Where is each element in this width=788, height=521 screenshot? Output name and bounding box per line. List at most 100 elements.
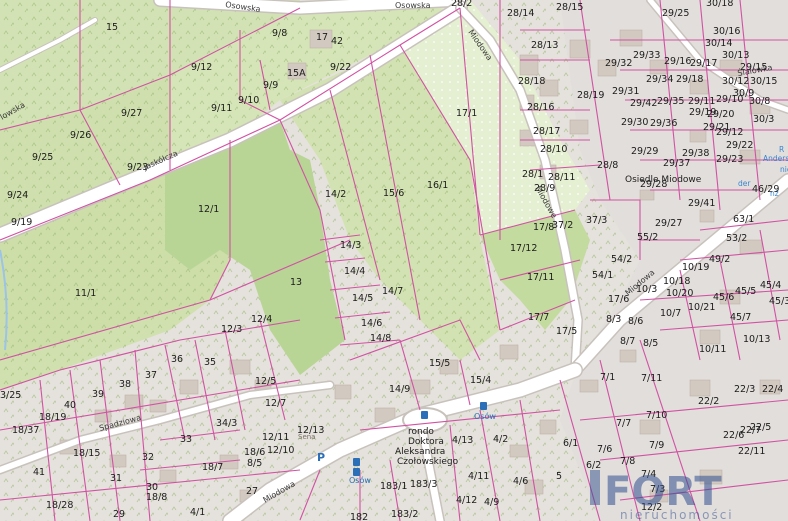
parcel-label[interactable]: 8/7 (620, 336, 635, 347)
parcel-label[interactable]: 30/3 (753, 114, 774, 125)
parcel-label[interactable]: 4/9 (484, 497, 499, 508)
parcel-label[interactable]: 49/2 (709, 254, 730, 265)
parking-icon[interactable]: P (317, 451, 325, 464)
parcel-label[interactable]: 7/11 (641, 373, 662, 384)
parcel-label[interactable]: 31 (110, 473, 122, 484)
parcel-label[interactable]: 9/8 (272, 28, 287, 39)
parcel-label[interactable]: 29/35 (657, 96, 684, 107)
parcel-label[interactable]: 17/11 (527, 272, 554, 283)
parcel-label[interactable]: 4/13 (452, 435, 473, 446)
parcel-label[interactable]: 14/7 (382, 286, 403, 297)
parcel-label[interactable]: 8/3 (606, 314, 621, 325)
parcel-label[interactable]: 22/2 (698, 396, 719, 407)
parcel-label[interactable]: 46/29 (752, 184, 779, 195)
parcel-label[interactable]: 10/18 (663, 276, 690, 287)
parcel-label[interactable]: 29/28 (640, 179, 667, 190)
parcel-label[interactable]: 7/6 (597, 444, 612, 455)
parcel-label[interactable]: 29/33 (633, 50, 660, 61)
parcel-label[interactable]: 29/37 (663, 158, 690, 169)
parcel-label[interactable]: 7/9 (649, 440, 664, 451)
parcel-label[interactable]: 40 (64, 400, 76, 411)
parcel-label[interactable]: 14/2 (325, 189, 346, 200)
parcel-label[interactable]: 35 (204, 357, 216, 368)
parcel-label[interactable]: 37/3 (586, 215, 607, 226)
parcel-label[interactable]: 28/18 (518, 76, 545, 87)
parcel-label[interactable]: 37/2 (552, 220, 573, 231)
parcel-label[interactable]: 18/19 (39, 412, 66, 423)
parcel-label[interactable]: 45/4 (760, 280, 781, 291)
parcel-label[interactable]: 14/6 (361, 318, 382, 329)
parcel-label[interactable]: 10/20 (666, 288, 693, 299)
parcel-label[interactable]: 29/32 (605, 58, 632, 69)
parcel-label[interactable]: 12/13 (297, 425, 324, 436)
parcel-label[interactable]: 29/42 (630, 98, 657, 109)
parcel-label[interactable]: 9/9 (263, 80, 278, 91)
parcel-label[interactable]: 13 (290, 277, 302, 288)
parcel-label[interactable]: 18/37 (12, 425, 39, 436)
parcel-label[interactable]: 4/1 (190, 507, 205, 518)
parcel-label[interactable]: 29/31 (612, 86, 639, 97)
parcel-label[interactable]: 5 (556, 471, 562, 482)
parcel-label[interactable]: 18/6 (244, 447, 265, 458)
parcel-label[interactable]: 36 (171, 354, 183, 365)
parcel-label[interactable]: 28/2 (451, 0, 472, 9)
parcel-label[interactable]: 12/4 (251, 314, 272, 325)
parcel-label[interactable]: 38 (119, 379, 131, 390)
parcel-label[interactable]: 9/11 (211, 103, 232, 114)
parcel-label[interactable]: 3/25 (0, 390, 21, 401)
parcel-label[interactable]: 29/22 (726, 140, 753, 151)
parcel-label[interactable]: 32 (142, 452, 154, 463)
parcel-label[interactable]: 17/6 (608, 294, 629, 305)
parcel-label[interactable]: 12/3 (221, 324, 242, 335)
parcel-label[interactable]: 15 (106, 22, 118, 33)
parcel-label[interactable]: 28/17 (533, 126, 560, 137)
parcel-label[interactable]: 7/8 (620, 456, 635, 467)
parcel-label[interactable]: 22/4 (762, 384, 783, 395)
parcel-label[interactable]: 14/4 (344, 266, 365, 277)
parcel-label[interactable]: 7/1 (600, 372, 615, 383)
parcel-label[interactable]: 16/1 (427, 180, 448, 191)
parcel-label[interactable]: 12/7 (265, 398, 286, 409)
parcel-label[interactable]: 28/16 (527, 102, 554, 113)
parcel-label[interactable]: 30/15 (750, 76, 777, 87)
parcel-label[interactable]: 9/12 (191, 62, 212, 73)
parcel-label[interactable]: 12/1 (198, 204, 219, 215)
parcel-label[interactable]: 15/4 (470, 375, 491, 386)
parcel-label[interactable]: 9/19 (11, 217, 32, 228)
parcel-label[interactable]: 17/5 (556, 326, 577, 337)
parcel-label[interactable]: 9/10 (238, 95, 259, 106)
parcel-label[interactable]: 11/1 (75, 288, 96, 299)
parcel-label[interactable]: 30/14 (705, 38, 732, 49)
parcel-label[interactable]: 10/19 (682, 262, 709, 273)
parcel-label[interactable]: 4/2 (493, 434, 508, 445)
parcel-label[interactable]: 8/5 (247, 458, 262, 469)
parcel-label[interactable]: 29/27 (655, 218, 682, 229)
parcel-label[interactable]: 41 (33, 467, 45, 478)
parcel-label[interactable]: 10/21 (688, 302, 715, 313)
parcel-label[interactable]: 15A (287, 68, 306, 79)
parcel-label[interactable]: 29 (113, 509, 125, 520)
parcel-label[interactable]: 9/22 (330, 62, 351, 73)
parcel-label[interactable]: 14/3 (340, 240, 361, 251)
parcel-label[interactable]: 14/5 (352, 293, 373, 304)
parcel-label[interactable]: 9/27 (121, 108, 142, 119)
parcel-label[interactable]: 8/6 (628, 316, 643, 327)
parcel-label[interactable]: 29/29 (631, 146, 658, 157)
parcel-label[interactable]: 27 (246, 486, 258, 497)
parcel-label[interactable]: 4/11 (468, 471, 489, 482)
parcel-label[interactable]: 34/3 (216, 418, 237, 429)
parcel-label[interactable]: 29/11 (688, 96, 715, 107)
parcel-label[interactable]: 22/5 (750, 422, 771, 433)
parcel-label[interactable]: 8/5 (643, 338, 658, 349)
parcel-label[interactable]: 45/7 (730, 312, 751, 323)
parcel-label[interactable]: 37 (145, 370, 157, 381)
parcel-label[interactable]: 28/15 (556, 2, 583, 13)
parcel-label[interactable]: 182 (350, 512, 368, 521)
parcel-label[interactable]: 9/25 (32, 152, 53, 163)
parcel-label[interactable]: 45/5 (735, 286, 756, 297)
parcel-label[interactable]: 183/2 (391, 509, 418, 520)
parcel-label[interactable]: 18/28 (46, 500, 73, 511)
parcel-label[interactable]: 54/1 (592, 270, 613, 281)
parcel-label[interactable]: 10/3 (636, 284, 657, 295)
parcel-label[interactable]: 12/10 (267, 445, 294, 456)
